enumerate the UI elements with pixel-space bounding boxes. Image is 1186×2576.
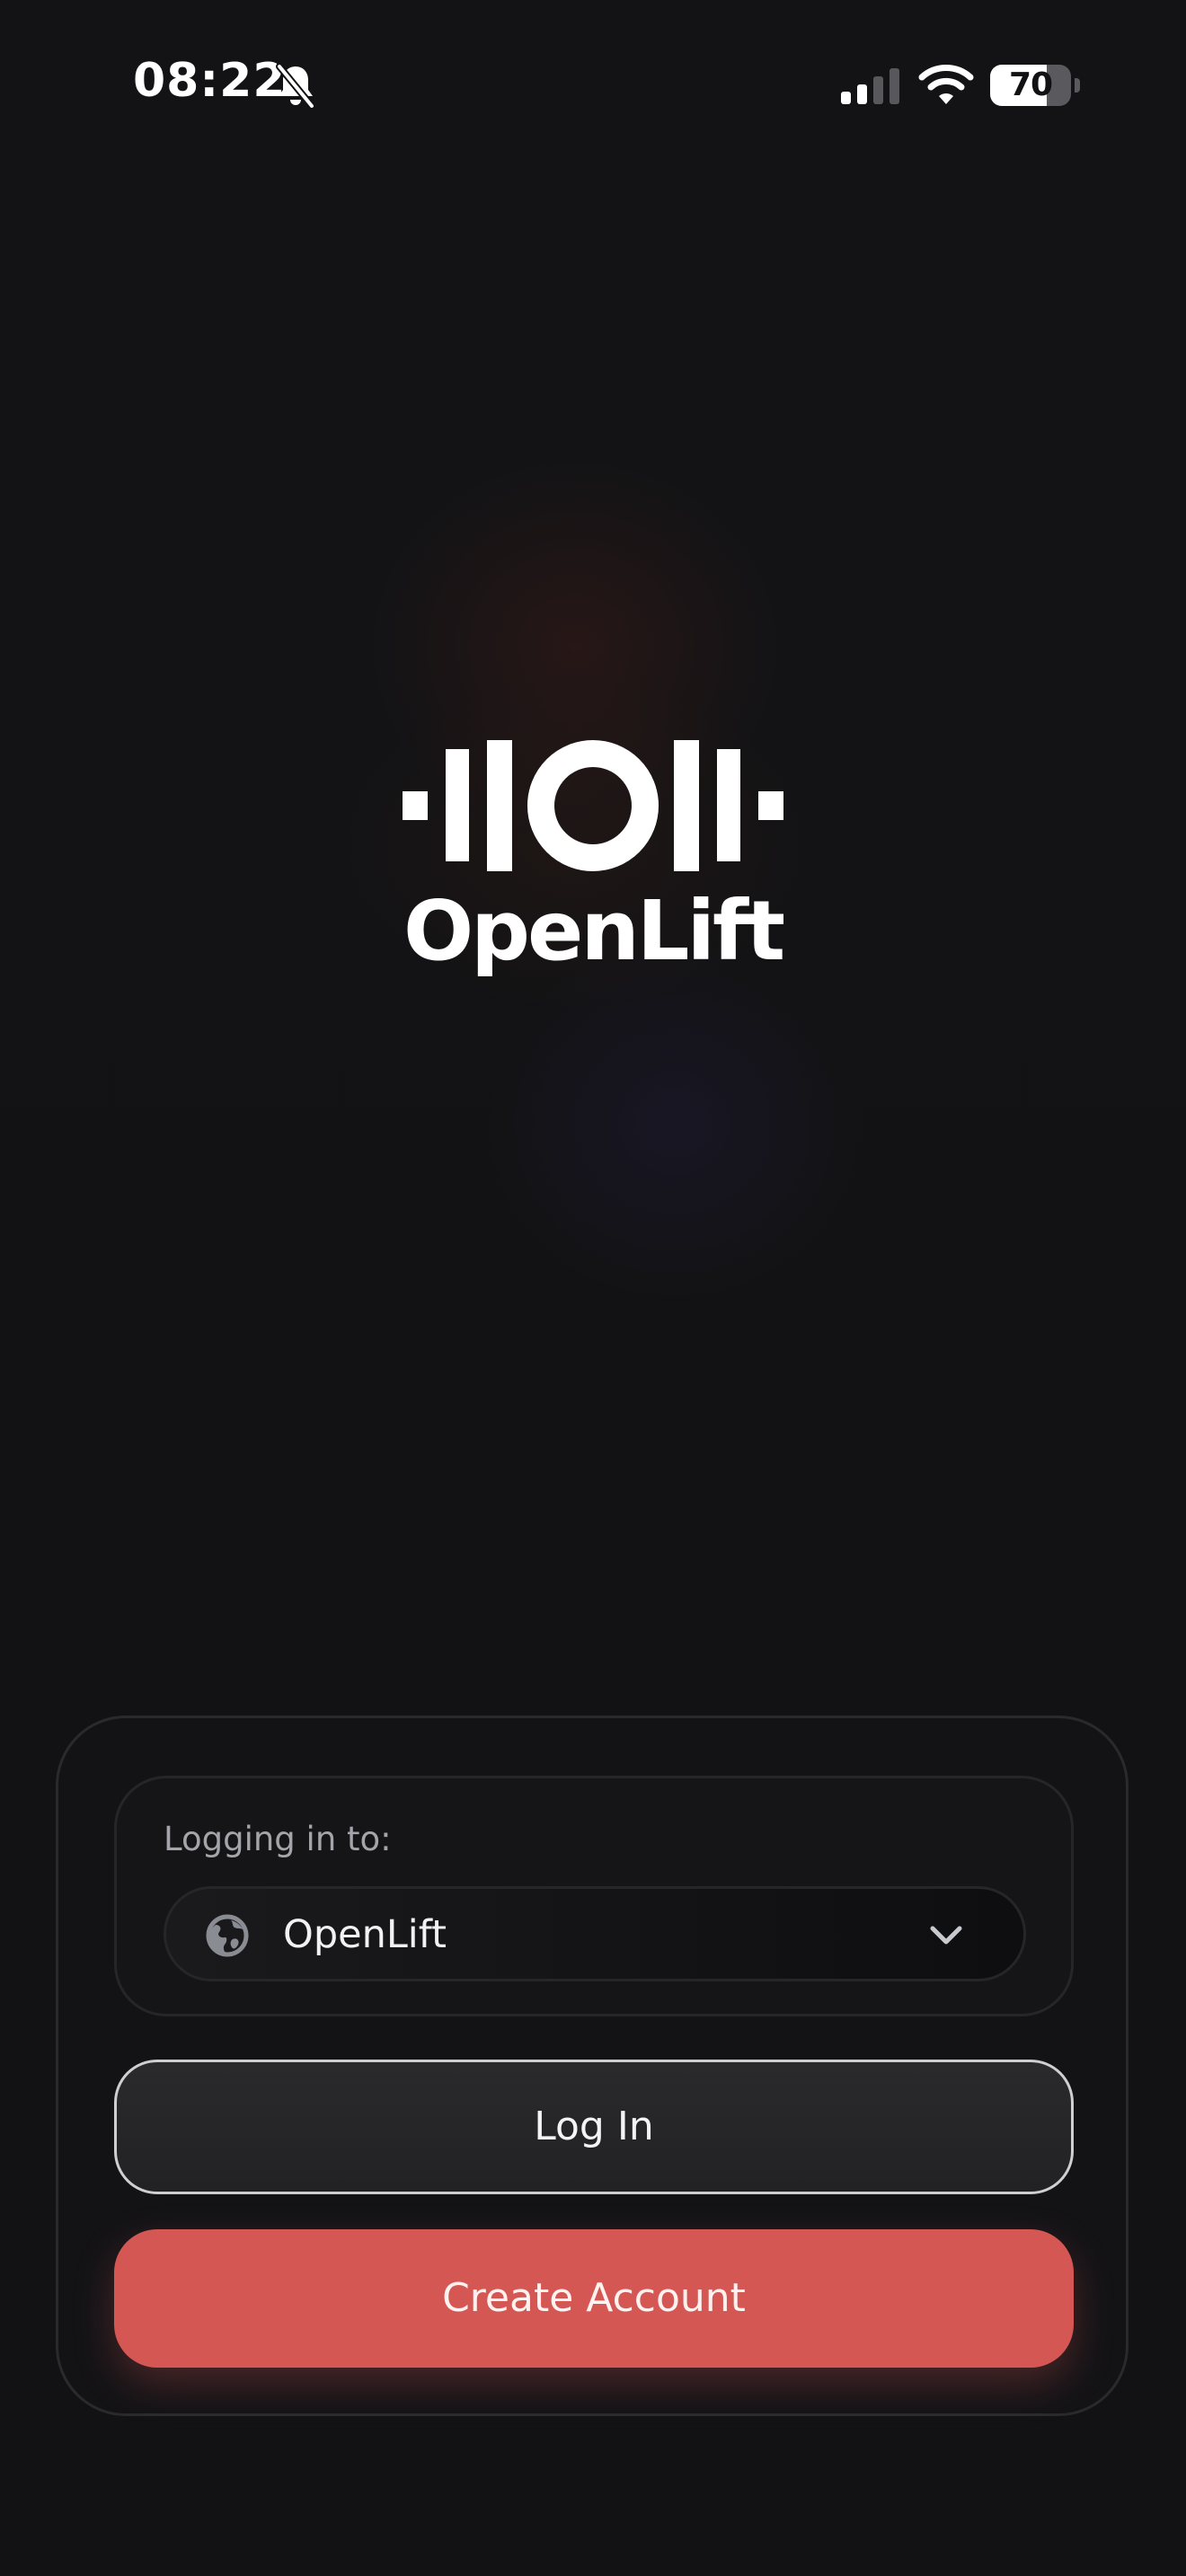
bell-slash-icon: [276, 64, 315, 109]
status-bar: 08:22 70: [0, 0, 1186, 171]
barbell-icon: [403, 740, 783, 871]
battery-level: 70: [1008, 66, 1053, 103]
app-logo: OpenLift: [403, 738, 785, 990]
battery-tip: [1075, 78, 1080, 93]
create-account-button[interactable]: Create Account: [114, 2229, 1074, 2368]
battery-icon: 70: [990, 65, 1080, 106]
server-selector[interactable]: OpenLift: [164, 1886, 1026, 1981]
server-panel: Logging in to: OpenLift: [114, 1776, 1074, 2016]
signal-icon: [841, 68, 899, 104]
battery-body: 70: [990, 65, 1071, 106]
app-wordmark: OpenLift: [403, 883, 785, 979]
login-button[interactable]: Log In: [114, 2060, 1074, 2194]
chevron-down-icon: [930, 1926, 962, 1945]
wifi-icon: [918, 65, 974, 104]
status-time: 08:22: [133, 54, 287, 108]
server-name: OpenLift: [283, 1912, 447, 1957]
server-label: Logging in to:: [164, 1820, 392, 1858]
auth-card: Logging in to: OpenLift Log In Create Ac…: [56, 1716, 1128, 2416]
globe-icon: [206, 1914, 249, 1957]
login-screen: 08:22 70 OpenLift Logging in to: OpenLif…: [0, 0, 1186, 2576]
